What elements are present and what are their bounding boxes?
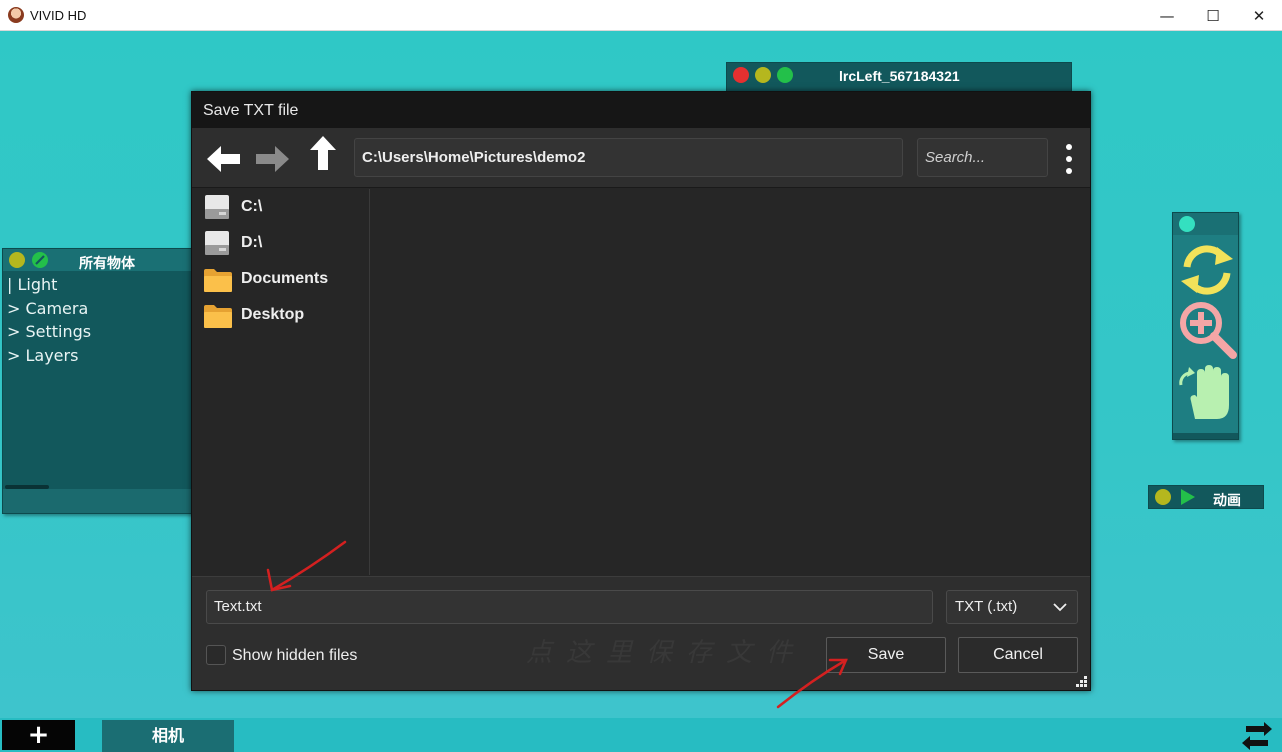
toggle-dot-icon[interactable] [1179, 216, 1195, 232]
dialog-title: Save TXT file [203, 102, 299, 119]
hierarchy-item-light[interactable]: | Light [7, 273, 91, 297]
play-icon[interactable] [1179, 489, 1195, 505]
close-dot-icon[interactable] [733, 67, 749, 83]
dialog-titlebar[interactable]: Save TXT file [192, 92, 1090, 128]
show-hidden-label: Show hidden files [232, 647, 358, 664]
search-input[interactable]: Search... [917, 138, 1048, 177]
minimize-dot-icon[interactable] [755, 67, 771, 83]
refresh-icon[interactable] [1175, 237, 1239, 301]
drive-icon [205, 195, 229, 219]
place-label: C:\ [241, 198, 263, 215]
save-file-dialog: Save TXT file C:\Users\Home\Pictures\dem… [191, 91, 1091, 691]
cancel-button[interactable]: Cancel [958, 637, 1078, 673]
filetype-select[interactable]: TXT (.txt) [946, 590, 1078, 624]
hierarchy-panel: 所有物体 | Light > Camera > Settings > Layer… [2, 248, 192, 514]
app-title: VIVID HD [30, 8, 87, 23]
hierarchy-item-camera[interactable]: > Camera [7, 297, 91, 321]
animation-panel[interactable]: 动画 [1148, 485, 1264, 509]
place-item-d-drive[interactable]: D:\ [200, 227, 365, 259]
minimize-button[interactable]: — [1144, 0, 1190, 31]
drive-icon [205, 231, 229, 255]
hierarchy-footer [3, 489, 191, 513]
window-titlebar: VIVID HD — ☐ ✕ [0, 0, 1282, 31]
tab-camera[interactable]: 相机 [102, 720, 234, 752]
resize-grip-icon[interactable] [1074, 674, 1088, 688]
chevron-down-icon [1053, 603, 1067, 612]
hierarchy-item-layers[interactable]: > Layers [7, 344, 91, 368]
tool-panel [1172, 212, 1239, 440]
file-list-area[interactable] [371, 189, 1090, 575]
place-item-desktop[interactable]: Desktop [200, 299, 365, 331]
zoom-in-icon[interactable] [1175, 297, 1239, 361]
minimize-dot-icon[interactable] [9, 252, 25, 268]
close-window-button[interactable]: ✕ [1236, 0, 1282, 31]
show-hidden-checkbox[interactable] [206, 645, 226, 665]
app-logo-icon [8, 7, 24, 23]
rotate-hand-icon[interactable] [1175, 361, 1239, 425]
minimize-dot-icon[interactable] [1155, 489, 1171, 505]
tool-panel-header[interactable] [1173, 213, 1238, 235]
folder-icon [204, 305, 232, 328]
folder-icon [204, 269, 232, 292]
place-label: Documents [241, 270, 329, 287]
places-sidebar: C:\ D:\ Documents Desktop [192, 189, 370, 575]
hierarchy-list: | Light > Camera > Settings > Layers [7, 273, 91, 367]
expand-dot-icon[interactable] [777, 67, 793, 83]
dialog-toolbar: C:\Users\Home\Pictures\demo2 Search... [192, 128, 1090, 188]
save-hint-watermark: 点这里保存文件 [526, 638, 807, 668]
more-options-icon[interactable] [1060, 142, 1078, 176]
arrow-right-icon [256, 146, 289, 172]
maximize-button[interactable]: ☐ [1190, 0, 1236, 31]
path-input[interactable]: C:\Users\Home\Pictures\demo2 [354, 138, 903, 177]
place-item-documents[interactable]: Documents [200, 263, 365, 295]
swap-arrows-icon[interactable] [1242, 722, 1272, 750]
filename-input[interactable]: Text.txt [206, 590, 933, 624]
forward-button[interactable] [254, 142, 290, 176]
place-item-c-drive[interactable]: C:\ [200, 191, 365, 223]
lrc-panel[interactable]: lrcLeft_567184321 [726, 62, 1072, 92]
back-button[interactable] [206, 142, 242, 176]
bottom-bar: + 相机 [0, 718, 1282, 752]
lrc-panel-title: lrcLeft_567184321 [839, 68, 960, 84]
place-label: Desktop [241, 306, 305, 323]
add-button[interactable]: + [2, 720, 75, 750]
hierarchy-title: 所有物体 [79, 256, 135, 272]
place-label: D:\ [241, 234, 263, 251]
hierarchy-item-settings[interactable]: > Settings [7, 320, 91, 344]
up-button[interactable] [305, 136, 341, 170]
arrow-left-icon [207, 146, 240, 172]
arrow-up-icon [310, 136, 336, 170]
hide-dot-icon[interactable] [32, 252, 48, 268]
filetype-value: TXT (.txt) [955, 598, 1018, 615]
save-button[interactable]: Save [826, 637, 946, 673]
dialog-footer: Text.txt TXT (.txt) Show hidden files 点这… [192, 576, 1090, 690]
hierarchy-header[interactable]: 所有物体 [3, 249, 191, 272]
animation-label: 动画 [1213, 493, 1241, 509]
